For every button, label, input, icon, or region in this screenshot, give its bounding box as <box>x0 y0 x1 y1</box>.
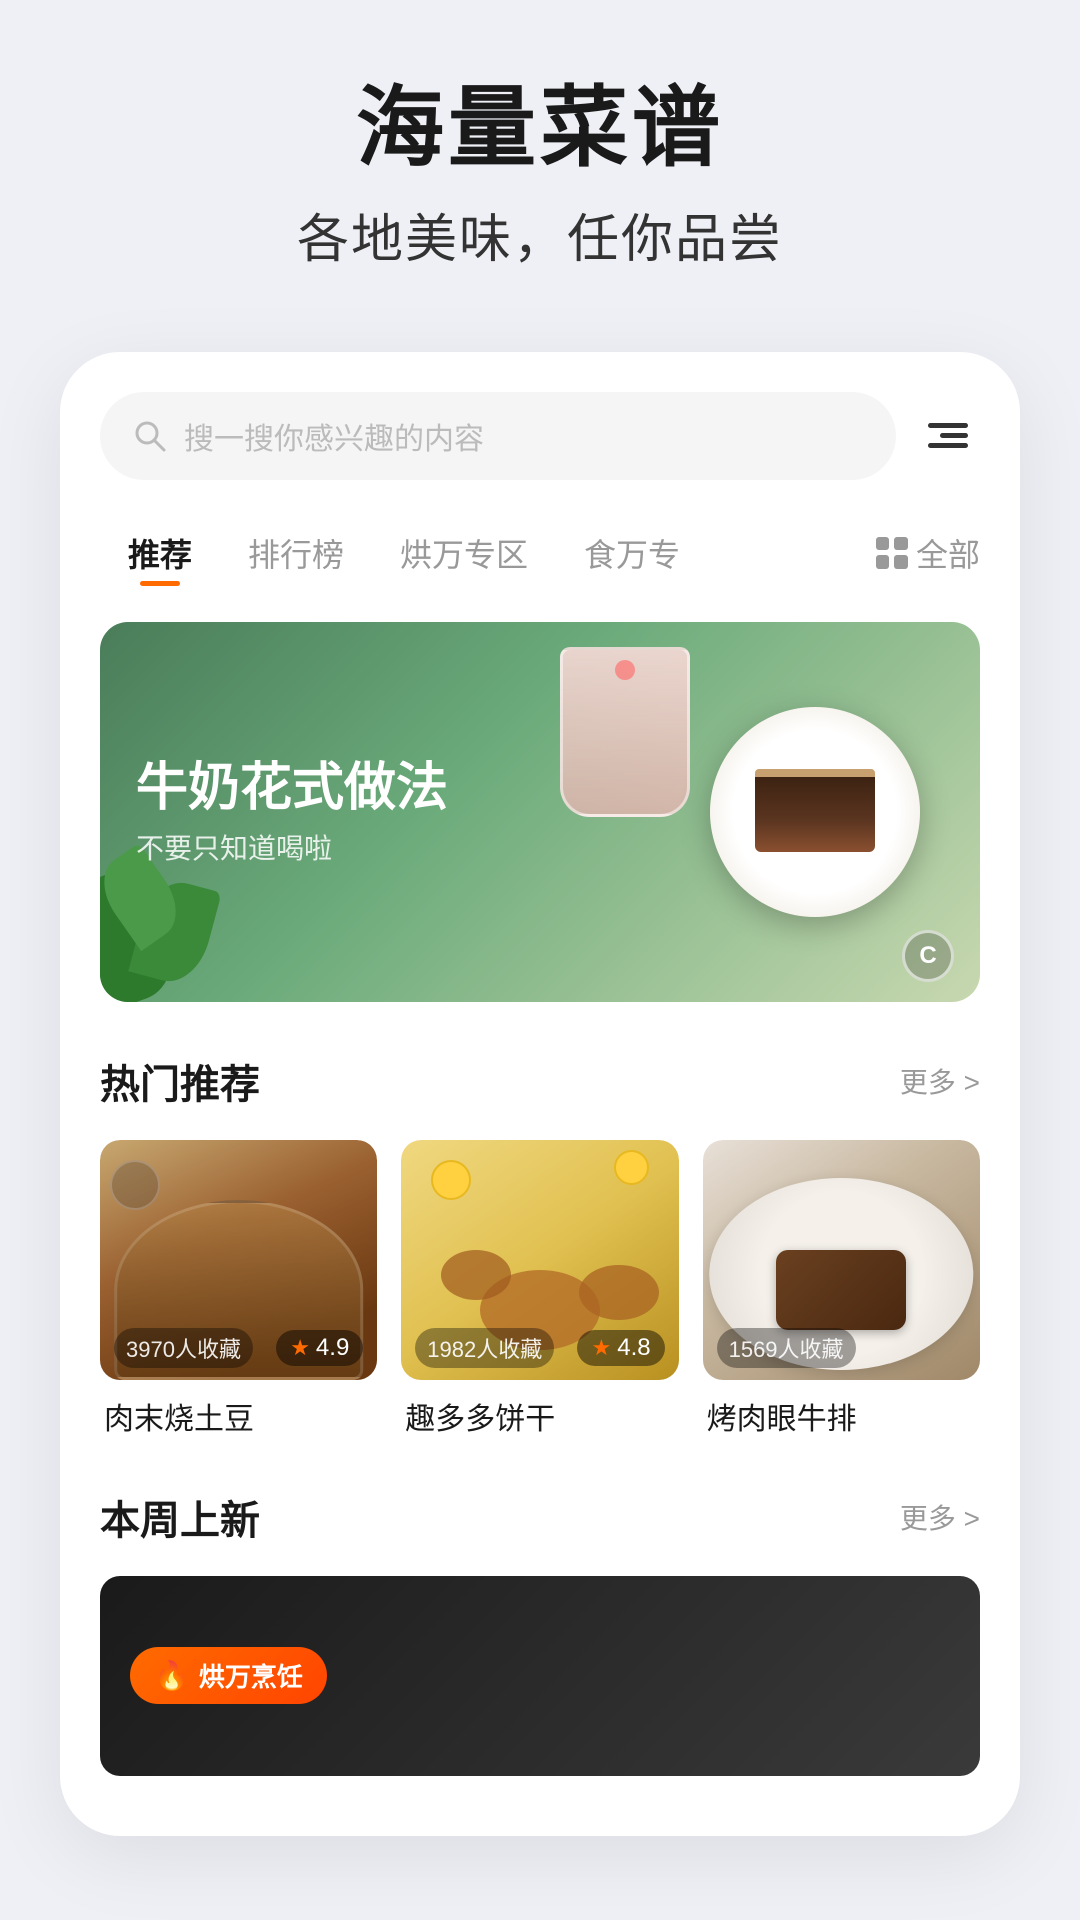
week-tag-label: 烘万烹饪 <box>199 1657 303 1694</box>
hot-section-more[interactable]: 更多 > <box>900 1061 980 1101</box>
banner-plate <box>710 707 920 917</box>
week-tag: 🔥 烘万烹饪 <box>130 1647 327 1704</box>
recipe-badge-1: 3970人收藏 ★ 4.9 <box>100 1328 377 1368</box>
tab-recommend[interactable]: 推荐 <box>100 520 220 586</box>
recipe-img-2: 1982人收藏 ★ 4.8 <box>401 1140 678 1380</box>
recipe-rating-2: ★ 4.8 <box>577 1330 664 1366</box>
banner-glass <box>560 647 690 817</box>
search-placeholder-text: 搜一搜你感兴趣的内容 <box>184 414 484 458</box>
recipe-name-3: 烤肉眼牛排 <box>703 1394 980 1438</box>
banner-logo: C <box>902 930 954 982</box>
tab-baking[interactable]: 烘万专区 <box>372 520 556 586</box>
recipe-count-2: 1982人收藏 <box>415 1328 554 1368</box>
banner-subtitle: 不要只知道喝啦 <box>136 827 448 867</box>
tab-all-label: 全部 <box>916 530 980 576</box>
star-icon-1: ★ <box>290 1335 310 1361</box>
banner-cake <box>755 772 875 852</box>
banner-title: 牛奶花式做法 <box>136 757 448 819</box>
tabs-row: 推荐 排行榜 烘万专区 食万专 全部 <box>100 520 980 586</box>
recipe-card-3[interactable]: 1569人收藏 烤肉眼牛排 <box>703 1140 980 1438</box>
search-icon <box>132 418 168 454</box>
recipe-rating-1: ★ 4.9 <box>276 1330 363 1366</box>
banner-content: 牛奶花式做法 不要只知道喝啦 <box>136 757 448 867</box>
menu-icon[interactable] <box>916 404 980 468</box>
week-section-title: 本周上新 <box>100 1488 260 1546</box>
hero-section: 海量菜谱 各地美味，任你品尝 <box>0 0 1080 312</box>
flame-icon: 🔥 <box>154 1659 189 1692</box>
recipe-count-3: 1569人收藏 <box>717 1328 856 1368</box>
recipes-row: 3970人收藏 ★ 4.9 肉末烧土豆 <box>100 1140 980 1438</box>
search-bar[interactable]: 搜一搜你感兴趣的内容 <box>100 392 896 480</box>
phone-card: 搜一搜你感兴趣的内容 推荐 排行榜 烘万专区 食万专 全部 <box>60 352 1020 1836</box>
hot-section-header: 热门推荐 更多 > <box>100 1052 980 1110</box>
recipe-img-3: 1569人收藏 <box>703 1140 980 1380</box>
recipe-badge-3: 1569人收藏 <box>703 1328 980 1368</box>
recipe-name-1: 肉末烧土豆 <box>100 1394 377 1438</box>
search-row: 搜一搜你感兴趣的内容 <box>100 392 980 480</box>
grid-icon <box>876 537 908 569</box>
week-section-more[interactable]: 更多 > <box>900 1497 980 1537</box>
tab-ranking[interactable]: 排行榜 <box>220 520 372 586</box>
recipe-img-1: 3970人收藏 ★ 4.9 <box>100 1140 377 1380</box>
recipe-badge-2: 1982人收藏 ★ 4.8 <box>401 1328 678 1368</box>
recipe-card-1[interactable]: 3970人收藏 ★ 4.9 肉末烧土豆 <box>100 1140 377 1438</box>
recipe-name-2: 趣多多饼干 <box>401 1394 678 1438</box>
hero-title: 海量菜谱 <box>40 80 1040 177</box>
star-icon-2: ★ <box>591 1335 611 1361</box>
tab-food[interactable]: 食万专 <box>556 520 708 586</box>
week-section-header: 本周上新 更多 > <box>100 1488 980 1546</box>
menu-lines <box>928 423 968 448</box>
hero-subtitle: 各地美味，任你品尝 <box>40 197 1040 272</box>
hot-section-title: 热门推荐 <box>100 1052 260 1110</box>
recipe-count-1: 3970人收藏 <box>114 1328 253 1368</box>
recipe-card-2[interactable]: 1982人收藏 ★ 4.8 趣多多饼干 <box>401 1140 678 1438</box>
week-new-banner[interactable]: 🔥 烘万烹饪 <box>100 1576 980 1776</box>
tab-all[interactable]: 全部 <box>876 530 980 576</box>
banner[interactable]: 牛奶花式做法 不要只知道喝啦 C <box>100 622 980 1002</box>
